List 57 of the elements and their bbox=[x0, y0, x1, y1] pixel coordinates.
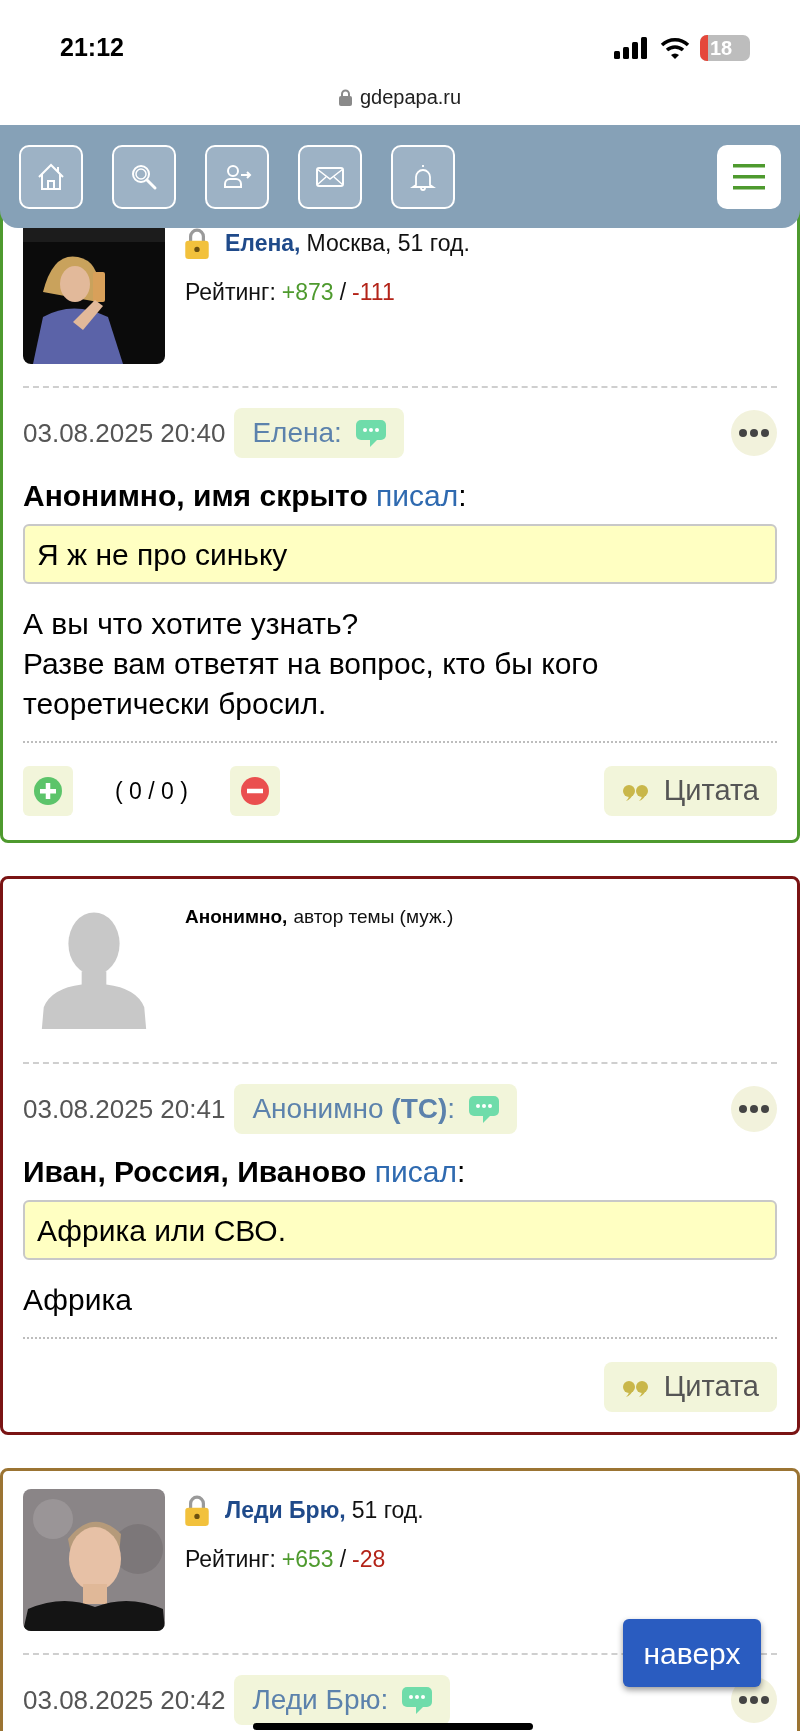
user-details: Москва, 51 год. bbox=[306, 229, 470, 258]
post-text: Африка bbox=[23, 1282, 133, 1318]
rating-label: Рейтинг: bbox=[185, 277, 276, 307]
post-text: А вы что хотите узнать? bbox=[23, 606, 360, 642]
signal-icon bbox=[614, 37, 650, 59]
person-arrow-button[interactable] bbox=[205, 144, 269, 209]
dots-icon bbox=[739, 1696, 769, 1704]
quote-button[interactable]: Цитата bbox=[603, 1362, 777, 1412]
post-date: 03.08.2025 20:42 bbox=[23, 1683, 226, 1717]
menu-button[interactable] bbox=[717, 144, 781, 209]
reply-to-author-link[interactable]: Елена: bbox=[234, 408, 404, 458]
rating-separator: / bbox=[339, 1544, 347, 1574]
rating-label: Рейтинг: bbox=[185, 1544, 276, 1574]
speech-bubble-icon bbox=[469, 1094, 500, 1124]
reply-to-author-link[interactable]: Анонимно (ТС): bbox=[234, 1084, 518, 1134]
clock-time: 21:12 bbox=[60, 32, 124, 64]
dots-icon bbox=[739, 429, 769, 437]
rating-plus: +653 bbox=[281, 1544, 334, 1574]
more-button[interactable] bbox=[731, 1086, 777, 1132]
bell-button[interactable] bbox=[391, 144, 455, 209]
quote-source-link[interactable]: писал bbox=[374, 1155, 457, 1188]
user-name: Анонимно, bbox=[185, 905, 288, 929]
rating-minus: -28 bbox=[352, 1544, 386, 1574]
quote-attribution: Анонимно, имя скрыто писал: bbox=[23, 478, 468, 514]
wifi-icon bbox=[660, 37, 690, 59]
rating-separator: / bbox=[339, 277, 347, 307]
mail-button[interactable] bbox=[298, 144, 362, 209]
user-name-link[interactable]: Леди Брю, bbox=[225, 1493, 346, 1528]
post-date: 03.08.2025 20:41 bbox=[23, 1092, 226, 1126]
vote-count: ( 0 / 0 ) bbox=[114, 776, 189, 806]
user-name-link[interactable]: Елена, bbox=[225, 226, 301, 261]
upvote-button[interactable] bbox=[23, 766, 73, 816]
more-button[interactable] bbox=[731, 410, 777, 456]
post-text: Разве вам ответят на вопрос, кто бы кого теоретически бросил. bbox=[23, 646, 600, 722]
dots-icon bbox=[739, 1105, 769, 1113]
user-details: автор темы (муж.) bbox=[293, 905, 454, 929]
quote-attribution: Иван, Россия, Иваново писал: bbox=[23, 1154, 467, 1190]
user-details: 51 год. bbox=[351, 1496, 424, 1525]
reply-to-author-link[interactable]: Леди Брю: bbox=[234, 1675, 451, 1725]
minus-icon bbox=[241, 777, 269, 805]
menu-icon bbox=[733, 163, 765, 190]
speech-bubble-icon bbox=[355, 418, 386, 448]
search-button[interactable] bbox=[112, 144, 176, 209]
battery-icon: 18 bbox=[700, 35, 750, 61]
quoted-text: Африка или СВО. bbox=[23, 1200, 777, 1260]
rating-plus: +873 bbox=[281, 277, 334, 307]
url-text: gdepapa.ru bbox=[359, 85, 462, 110]
quote-button[interactable]: Цитата bbox=[603, 766, 777, 816]
home-button[interactable] bbox=[19, 144, 83, 209]
post-date: 03.08.2025 20:40 bbox=[23, 416, 226, 450]
speech-bubble-icon bbox=[402, 1685, 433, 1715]
rating-minus: -111 bbox=[352, 277, 395, 307]
back-to-top-button[interactable]: наверх bbox=[623, 1619, 761, 1687]
quote-source-link[interactable]: писал bbox=[376, 479, 459, 512]
plus-icon bbox=[34, 777, 62, 805]
quoted-text: Я ж не про синьку bbox=[23, 524, 777, 584]
downvote-button[interactable] bbox=[230, 766, 280, 816]
